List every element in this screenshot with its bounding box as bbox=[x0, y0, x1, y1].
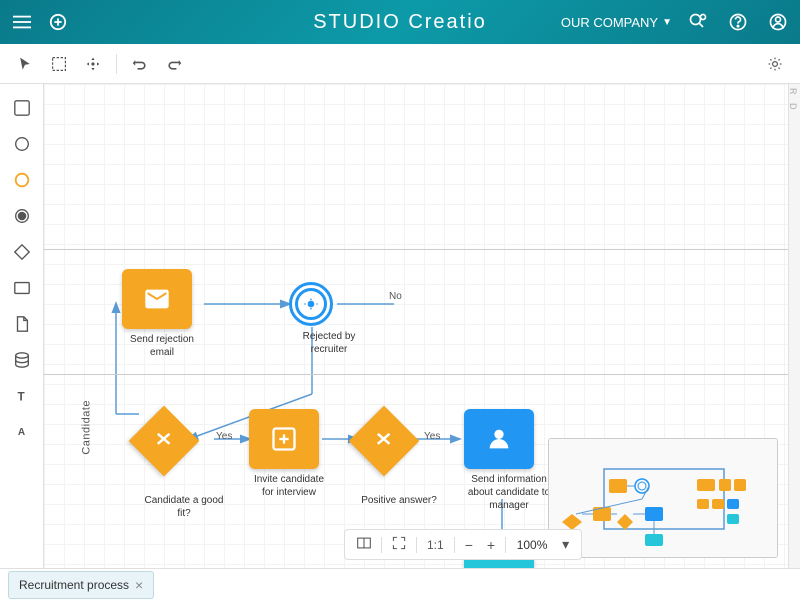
mini-map bbox=[548, 438, 778, 558]
zoom-percent-label: 100% bbox=[512, 538, 552, 552]
sidebar-end-event-tool[interactable] bbox=[6, 200, 38, 232]
zoom-in-button[interactable]: + bbox=[483, 535, 499, 555]
bottom-bar: Recruitment process × bbox=[0, 568, 800, 600]
redo-button[interactable] bbox=[159, 49, 189, 79]
hamburger-menu-button[interactable] bbox=[8, 8, 36, 36]
canvas-area[interactable]: Candidate bbox=[44, 84, 788, 568]
candidate-fit-label: Candidate a good fit? bbox=[139, 494, 229, 520]
send-information-label: Send information about candidate to mana… bbox=[464, 473, 554, 512]
split-view-button[interactable] bbox=[353, 534, 375, 555]
sidebar-text-tool[interactable]: T bbox=[6, 380, 38, 412]
send-information-node[interactable]: Send information about candidate to mana… bbox=[464, 409, 554, 512]
send-rejection-email-node[interactable]: Send rejection email bbox=[122, 269, 202, 359]
sidebar-start-event-tool[interactable] bbox=[6, 164, 38, 196]
lane-label-candidate: Candidate bbox=[80, 400, 92, 455]
sidebar-task-tool[interactable] bbox=[6, 272, 38, 304]
undo-button[interactable] bbox=[125, 49, 155, 79]
sidebar-select-tool[interactable] bbox=[6, 92, 38, 124]
chevron-down-icon: ▼ bbox=[662, 17, 672, 28]
add-button[interactable] bbox=[44, 8, 72, 36]
toolbar bbox=[0, 44, 800, 84]
main-area: T A Candidate bbox=[0, 84, 800, 568]
toolbar-separator bbox=[116, 54, 117, 74]
settings-button[interactable] bbox=[760, 49, 790, 79]
sidebar-gateway-tool[interactable] bbox=[6, 236, 38, 268]
send-rejection-label: Send rejection email bbox=[122, 333, 202, 359]
sidebar-data-tool[interactable] bbox=[6, 344, 38, 376]
tab-label: Recruitment process bbox=[19, 578, 129, 592]
left-sidebar: T A bbox=[0, 84, 44, 568]
map-controls: 1:1 − + 100% ▾ bbox=[344, 529, 582, 560]
sidebar-analyze-tool[interactable]: A bbox=[6, 416, 38, 448]
ctrl-sep1 bbox=[381, 537, 382, 553]
no-flow-label: No bbox=[389, 291, 402, 302]
right-panel: R D bbox=[788, 84, 800, 568]
right-panel-hint2: D bbox=[791, 103, 798, 110]
select-tool-button[interactable] bbox=[44, 49, 74, 79]
user-profile-button[interactable] bbox=[764, 8, 792, 36]
ctrl-sep3 bbox=[454, 537, 455, 553]
yes1-flow-label: Yes bbox=[216, 431, 232, 442]
move-tool-button[interactable] bbox=[78, 49, 108, 79]
ctrl-sep2 bbox=[416, 537, 417, 553]
fit-view-button[interactable] bbox=[388, 534, 410, 555]
user-search-button[interactable] bbox=[684, 8, 712, 36]
positive-answer-label: Positive answer? bbox=[359, 494, 439, 507]
ctrl-sep4 bbox=[505, 537, 506, 553]
right-panel-hint: R bbox=[791, 88, 798, 95]
sidebar-event-tool[interactable] bbox=[6, 128, 38, 160]
app-title: STUDIO Creatio bbox=[313, 11, 487, 34]
invite-candidate-label: Invite candidate for interview bbox=[249, 473, 329, 499]
pointer-tool-button[interactable] bbox=[10, 49, 40, 79]
help-button[interactable] bbox=[724, 8, 752, 36]
sidebar-doc-tool[interactable] bbox=[6, 308, 38, 340]
rejected-recruiter-label: Rejected by recruiter bbox=[289, 330, 369, 356]
svg-text:T: T bbox=[17, 391, 25, 404]
rejected-by-recruiter-node[interactable]: Rejected by recruiter bbox=[289, 282, 369, 356]
tab-recruitment-process[interactable]: Recruitment process × bbox=[8, 571, 154, 599]
invite-candidate-node[interactable]: Invite candidate for interview bbox=[249, 409, 329, 499]
zoom-chevron-button[interactable]: ▾ bbox=[558, 534, 573, 555]
yes2-flow-label: Yes bbox=[424, 431, 440, 442]
company-selector[interactable]: OUR COMPANY ▼ bbox=[561, 15, 672, 30]
positive-answer-node[interactable]: Positive answer? bbox=[359, 416, 439, 507]
zoom-out-button[interactable]: − bbox=[461, 535, 477, 555]
tab-close-button[interactable]: × bbox=[135, 578, 143, 592]
top-nav-bar: STUDIO Creatio OUR COMPANY ▼ bbox=[0, 0, 800, 44]
zoom-ratio-label: 1:1 bbox=[423, 538, 448, 552]
